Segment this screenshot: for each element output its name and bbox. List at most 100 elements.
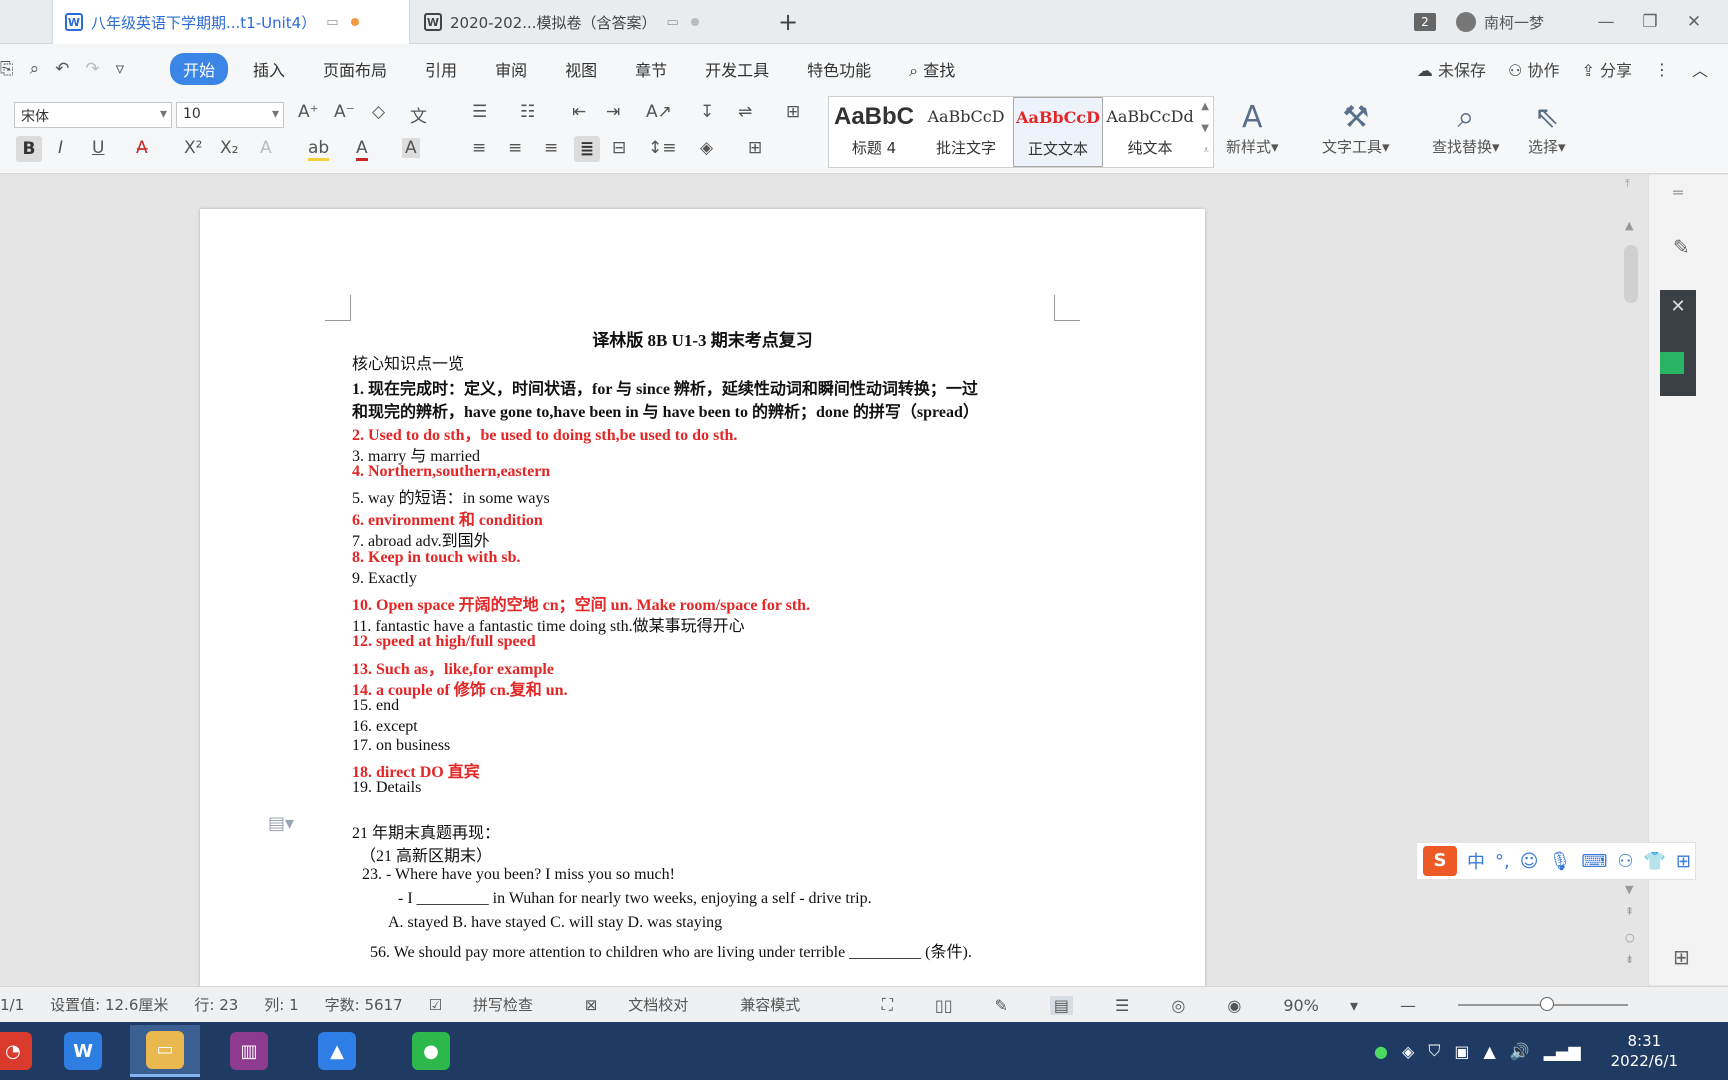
outline-view-icon[interactable]: ☰	[1115, 996, 1129, 1015]
page-view-icon[interactable]: ▤	[1049, 995, 1074, 1015]
grow-font-icon[interactable]: A⁺	[298, 102, 319, 122]
zoom-out-icon[interactable]: —	[1400, 996, 1416, 1015]
scroll-top-icon[interactable]: ⤒	[1625, 177, 1630, 191]
gallery-scroll-up-icon[interactable]: ▲	[1201, 101, 1209, 112]
next-page-icon[interactable]: ⇟	[1625, 953, 1634, 966]
volume-icon[interactable]: 🔊	[1510, 1042, 1530, 1061]
microphone-icon[interactable]: 🎙	[1549, 851, 1572, 872]
select-button[interactable]: ⇖ 选择▾	[1528, 100, 1566, 157]
wechat-tray-icon[interactable]: ●	[1374, 1042, 1388, 1061]
table-icon[interactable]: ⊞	[786, 102, 800, 122]
menu-chapter[interactable]: 章节	[622, 53, 680, 85]
user-account[interactable]: 南柯一梦	[1455, 12, 1544, 33]
redo-icon[interactable]: ↷	[85, 59, 99, 79]
increase-indent-icon[interactable]: ⇥	[606, 102, 620, 122]
zoom-level[interactable]: 90% ▾	[1283, 996, 1358, 1015]
text-tools-button[interactable]: ⚒ 文字工具▾	[1322, 100, 1390, 157]
borders-icon[interactable]: ⊞	[748, 138, 762, 158]
new-style-button[interactable]: A 新样式▾	[1226, 100, 1279, 157]
menu-home[interactable]: 开始	[170, 53, 229, 85]
distributed-icon[interactable]: ⊟	[612, 138, 626, 158]
align-center-icon[interactable]: ≡	[508, 138, 522, 158]
highlight-icon[interactable]: ab	[308, 138, 330, 161]
numbered-list-icon[interactable]: ☷	[520, 102, 535, 122]
style-comment-text[interactable]: AaBbCcD 批注文字	[921, 97, 1011, 167]
menu-insert[interactable]: 插入	[240, 53, 298, 85]
shield-icon[interactable]: ⛉	[1428, 1041, 1440, 1061]
share-button[interactable]: ⇪ 分享	[1581, 57, 1632, 81]
prev-page-icon[interactable]: ⇞	[1625, 905, 1634, 918]
ime-toolbar[interactable]: S 中 °, ☺ 🎙 ⌨ ⚇ 👕 ⊞	[1416, 842, 1696, 880]
keyboard-icon[interactable]: ⌨	[1581, 851, 1607, 872]
style-plain-text[interactable]: AaBbCcDd 纯文本	[1105, 97, 1195, 167]
zoom-slider[interactable]	[1458, 997, 1628, 1011]
select-browse-icon[interactable]: ○	[1625, 931, 1635, 944]
justify-icon[interactable]: ≣	[574, 136, 600, 162]
phonetic-guide-icon[interactable]: 文	[410, 102, 427, 127]
strikethrough-icon[interactable]: A̶	[136, 138, 148, 158]
close-icon[interactable]: ✕	[1682, 12, 1706, 32]
restore-icon[interactable]: ❐	[1638, 12, 1662, 32]
punctuation-icon[interactable]: °,	[1495, 851, 1510, 872]
underline-icon[interactable]: U	[92, 138, 104, 158]
scroll-down-icon[interactable]: ▼	[1625, 883, 1633, 896]
cube-tray-icon[interactable]: ◈	[1402, 1042, 1414, 1061]
document-tab[interactable]: W 2020-202...模拟卷（含答案） ▭	[412, 0, 762, 44]
taskbar-app-meeting[interactable]: ▲	[302, 1025, 372, 1077]
page-outline-icon[interactable]: ▤▾	[268, 813, 294, 834]
toolbox-icon[interactable]: ⊞	[1676, 851, 1691, 872]
style-body-text[interactable]: AaBbCcD 正文文本	[1013, 97, 1103, 167]
subscript-icon[interactable]: X₂	[220, 138, 238, 158]
line-spacing-icon[interactable]: ↕≡	[648, 138, 677, 158]
font-name-select[interactable]: 宋体 ▾	[14, 102, 172, 128]
cloud-tray-icon[interactable]: ▲	[1483, 1042, 1495, 1061]
scroll-up-icon[interactable]: ▲	[1625, 219, 1633, 232]
chinese-mode-icon[interactable]: 中	[1467, 848, 1485, 874]
clear-format-icon[interactable]: ◇	[372, 102, 385, 122]
proofread-button[interactable]: ⊠ 文档校对	[585, 994, 714, 1015]
align-left-icon[interactable]: ≡	[472, 138, 486, 158]
align-right-icon[interactable]: ≡	[544, 138, 558, 158]
customize-icon[interactable]: ▿	[116, 59, 125, 79]
bold-icon[interactable]: B	[16, 136, 42, 162]
find-replace-button[interactable]: ⌕ 查找替换▾	[1432, 100, 1500, 157]
shrink-font-icon[interactable]: A⁻	[334, 102, 355, 122]
taskbar-app-winrar[interactable]: ▥	[214, 1025, 284, 1077]
more-icon[interactable]: ⋮	[1654, 60, 1670, 79]
char-shading-icon[interactable]: A	[402, 138, 420, 158]
scrollbar-thumb[interactable]	[1624, 245, 1638, 303]
sort-icon[interactable]: ↧	[700, 102, 714, 122]
paragraph-spacing-icon[interactable]: ⇌	[738, 102, 752, 122]
bullet-list-icon[interactable]: ☰	[472, 102, 487, 122]
save-icon[interactable]: ⎘	[0, 59, 14, 79]
zoom-slider-handle[interactable]	[1540, 997, 1554, 1011]
web-view-icon[interactable]: ◎	[1171, 996, 1185, 1015]
undo-icon[interactable]: ↶	[55, 59, 69, 79]
collapse-ribbon-icon[interactable]: ︿	[1692, 57, 1708, 81]
document-page[interactable]: 译林版 8B U1-3 期末考点复习 核心知识点一览 1. 现在完成时：定义，时…	[200, 209, 1205, 999]
new-tab-button[interactable]: +	[778, 8, 798, 36]
taskbar-app-wps[interactable]: W	[48, 1025, 118, 1077]
reading-view-icon[interactable]: ▯▯	[935, 996, 953, 1015]
floating-toolbar[interactable]: ✕	[1660, 290, 1696, 396]
italic-icon[interactable]: I	[58, 138, 63, 158]
grid-view-icon[interactable]: ⊞	[1673, 945, 1690, 969]
menu-developer[interactable]: 开发工具	[692, 53, 782, 85]
print-preview-icon[interactable]: ⌕	[30, 59, 40, 79]
menu-review[interactable]: 审阅	[482, 53, 540, 85]
window-count-badge[interactable]: 2	[1413, 13, 1436, 31]
eye-protect-icon[interactable]: ◉	[1227, 996, 1241, 1015]
superscript-icon[interactable]: X²	[184, 138, 202, 158]
write-mode-icon[interactable]: ✎	[995, 996, 1008, 1015]
spellcheck-button[interactable]: ☑ 拼写检查	[429, 994, 559, 1015]
text-direction-icon[interactable]: A↗	[646, 102, 672, 122]
network-icon[interactable]: ▂▄▆	[1544, 1042, 1581, 1061]
text-effect-icon[interactable]: A	[260, 138, 272, 158]
font-color-icon[interactable]: A	[356, 138, 368, 161]
word-count[interactable]: 字数: 5617	[325, 994, 403, 1015]
pen-icon[interactable]: ✎	[1673, 235, 1690, 259]
minimize-icon[interactable]: —	[1594, 12, 1618, 32]
clipboard-icon[interactable]: ▣	[1454, 1042, 1469, 1061]
collaborate-button[interactable]: ⚇ 协作	[1508, 57, 1559, 81]
menu-features[interactable]: 特色功能	[794, 53, 884, 85]
